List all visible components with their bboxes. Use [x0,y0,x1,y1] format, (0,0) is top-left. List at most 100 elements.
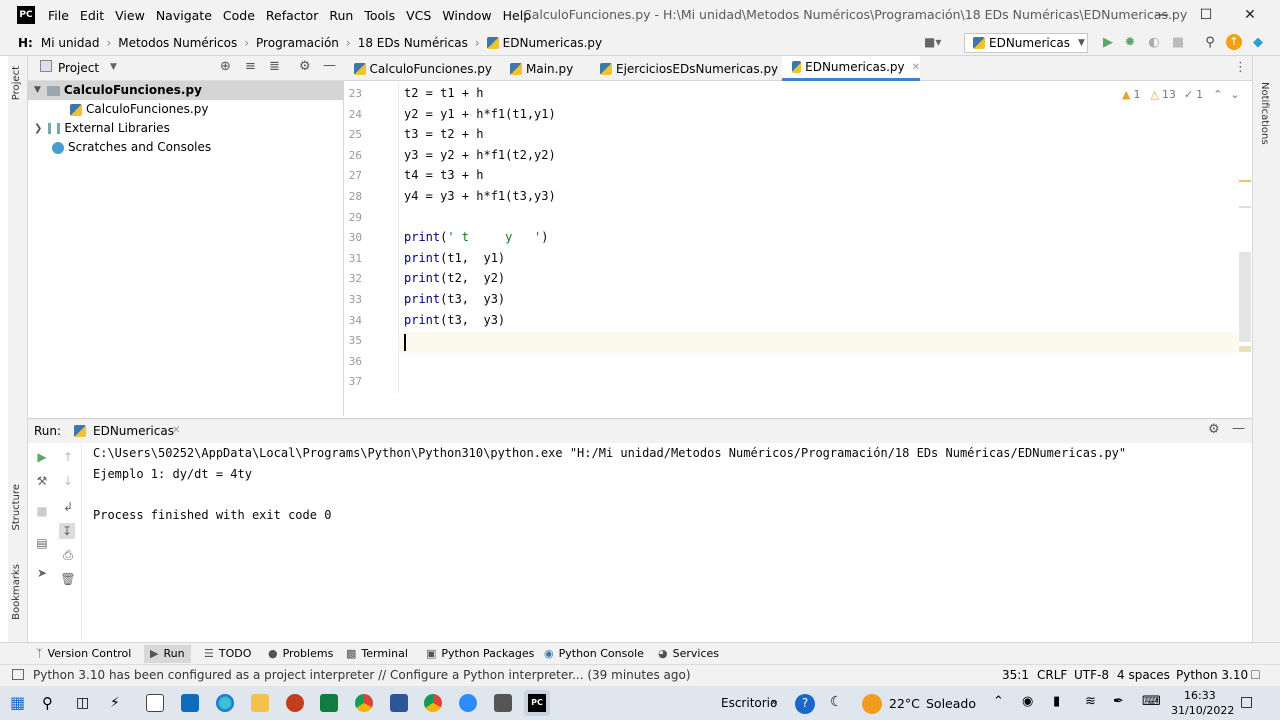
powerpoint-icon[interactable] [286,694,304,712]
chevron-up-icon[interactable]: ⌃ [1213,88,1222,101]
code-line[interactable]: y2 = y1 + h*f1(t1,y1) [404,107,556,121]
close-tab-icon[interactable]: ✕ [912,62,920,73]
hide-icon[interactable]: — [1232,421,1245,436]
editor-scrollbar[interactable] [1238,82,1252,394]
menu-navigate[interactable]: Navigate [156,8,212,23]
store-icon[interactable] [146,694,164,712]
code-line[interactable]: print(' t y ') [404,230,549,244]
tree-item-scratches[interactable]: Scratches and Consoles [52,138,211,157]
close-icon[interactable]: ✕ [1228,0,1272,30]
microphone-icon[interactable]: ▮ [1053,694,1060,709]
start-icon[interactable]: ▦ [10,694,28,712]
project-tool-label[interactable]: Project [11,66,22,100]
word-icon[interactable] [390,694,408,712]
code-line[interactable]: t2 = t1 + h [404,86,483,100]
print-icon[interactable]: ⎙ [60,547,76,563]
tree-item-file[interactable]: CalculoFunciones.py [70,100,208,119]
chevron-right-icon[interactable]: » [771,695,778,708]
code-line[interactable]: print(t3, y3) [404,292,505,306]
tool-python-console[interactable]: ◉ Python Console [544,645,644,663]
breadcrumb-item[interactable]: EDNumericas.py [503,36,602,50]
weather-condition[interactable]: Soleado [926,696,976,711]
tool-problems[interactable]: ● Problems [268,645,333,663]
update-icon[interactable]: ↑ [1226,34,1242,50]
status-toggle-icon[interactable] [12,669,24,680]
locate-icon[interactable]: ⊕ [220,59,231,74]
collapse-all-icon[interactable]: ≣ [269,59,280,74]
tool-run[interactable]: ▶ Run [144,645,191,663]
zoom-icon[interactable] [459,694,477,712]
menu-vcs[interactable]: VCS [406,8,431,23]
layout-icon[interactable]: ▤ [34,535,50,551]
chevron-down-icon[interactable]: ▼ [110,62,117,72]
cursor-position[interactable]: 35:1 [1002,668,1029,682]
user-icon[interactable]: ■▾ [924,35,946,51]
app-icon[interactable] [494,694,512,712]
python-interpreter[interactable]: Python 3.10 [1176,668,1248,682]
breadcrumb-item[interactable]: Metodos Numéricos [118,36,237,50]
indent-setting[interactable]: 4 spaces [1117,668,1170,682]
menu-window[interactable]: Window [442,8,491,23]
code-line[interactable]: print(t1, y1) [404,251,505,265]
stop-icon[interactable]: ■ [1170,35,1186,51]
menu-file[interactable]: File [48,8,69,23]
menu-refactor[interactable]: Refactor [266,8,318,23]
task-view-icon[interactable]: ◫ [76,694,94,712]
tab-calculofunciones[interactable]: CalculoFunciones.py [344,56,492,81]
trash-icon[interactable]: 🗑 [60,571,76,587]
tool-services[interactable]: ◕ Services [658,645,719,663]
code-line[interactable]: t4 = t3 + h [404,168,483,182]
status-message[interactable]: Python 3.10 has been configured as a pro… [33,668,691,682]
close-tab-icon[interactable]: ✕ [172,425,180,436]
breadcrumb-item[interactable]: 18 EDs Numéricas [358,36,468,50]
rerun-icon[interactable]: ▶ [34,449,50,465]
tool-python-packages[interactable]: ▣ Python Packages [426,645,534,663]
structure-tool-label[interactable]: Structure [11,484,22,531]
edge-icon[interactable] [216,694,234,712]
lock-icon[interactable]: ☐ [1250,668,1261,682]
code-line[interactable]: y4 = y3 + h*f1(t3,y3) [404,189,556,203]
run-icon[interactable]: ▶ [1100,35,1116,51]
pycharm-taskbar-highlight[interactable]: PC [524,690,550,716]
expand-all-icon[interactable]: ≡ [245,59,256,74]
plugin-icon[interactable]: ◆ [1250,35,1266,51]
breadcrumb-drive[interactable]: H: [18,36,33,50]
minimize-icon[interactable]: — [1140,0,1184,30]
excel-icon[interactable] [320,694,338,712]
debug-icon[interactable]: ✹ [1122,35,1138,51]
stop-icon[interactable]: ■ [34,503,50,519]
breadcrumb-item[interactable]: Mi unidad [41,36,100,50]
chrome-icon[interactable] [355,694,373,712]
breadcrumb-item[interactable]: Programación [256,36,339,50]
code-line[interactable]: print(t2, y2) [404,271,505,285]
wrench-icon[interactable]: ⚒ [34,473,50,489]
tab-main[interactable]: Main.py [500,56,588,81]
hide-icon[interactable]: — [323,58,336,73]
pen-icon[interactable]: ✒ [1113,694,1124,709]
chevron-up-icon[interactable]: ⌃ [993,694,1004,709]
run-config-select[interactable]: EDNumericas ▼ [964,33,1088,53]
code-line[interactable]: y3 = y2 + h*f1(t2,y2) [404,148,556,162]
clock-time[interactable]: 16:33 [1184,689,1216,702]
menu-edit[interactable]: Edit [80,8,104,23]
gear-icon[interactable]: ⚙ [1208,422,1220,437]
code-line[interactable]: t3 = t2 + h [404,127,483,141]
clock-date[interactable]: 31/10/2022 [1171,704,1234,717]
tree-item-external-libraries[interactable]: ❯ External Libraries [34,119,170,138]
inspection-widget[interactable]: ▲ 1 △ 13 ✓ 1 ⌃ ⌄ [1122,86,1240,102]
line-separator[interactable]: CRLF [1037,668,1067,682]
widgets-icon[interactable]: ⚡ [110,694,128,712]
coverage-icon[interactable]: ◐ [1146,35,1162,51]
menu-code[interactable]: Code [223,8,255,23]
tab-ejercicios[interactable]: EjerciciosEDsNumericas.py [590,56,780,81]
run-tab-label[interactable]: EDNumericas [93,424,174,438]
project-panel-title[interactable]: Project [58,61,99,75]
pin-icon[interactable]: ➤ [34,565,50,581]
arrow-up-icon[interactable]: ↑ [60,449,76,465]
arrow-down-icon[interactable]: ↓ [60,473,76,489]
search-icon[interactable]: ⚲ [1202,35,1218,51]
explorer-icon[interactable] [251,694,269,712]
mail-icon[interactable] [181,694,199,712]
soft-wrap-icon[interactable]: ↲ [60,499,76,515]
notification-center-icon[interactable]: □ [1240,694,1253,710]
